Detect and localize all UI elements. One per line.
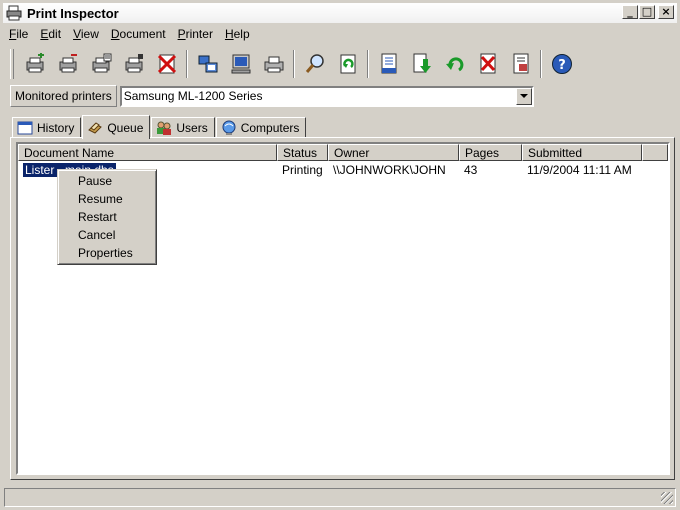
print-button[interactable] [257, 48, 290, 80]
context-menu-restart[interactable]: Restart [58, 208, 156, 226]
print-icon [264, 56, 283, 73]
document-button[interactable] [372, 48, 405, 80]
menu-help[interactable]: Help [219, 27, 256, 41]
context-menu-pause[interactable]: Pause [58, 172, 156, 190]
close-button[interactable]: × [658, 5, 674, 19]
title-bar[interactable]: Print Inspector _ □ × [3, 3, 677, 23]
tab-history[interactable]: History [12, 117, 82, 138]
printer-app-icon [6, 5, 22, 21]
menu-view[interactable]: View [67, 27, 105, 41]
document-properties-icon [513, 53, 528, 74]
tab-users-label: Users [176, 121, 208, 135]
restart-button[interactable] [438, 48, 471, 80]
monitor-icon [231, 54, 250, 74]
cell-owner: \\JOHNWORK\JOHN [333, 163, 446, 177]
tab-computers[interactable]: Computers [215, 117, 307, 138]
download-button[interactable] [405, 48, 438, 80]
help-icon: ? [551, 54, 572, 74]
remove-printer-icon [59, 54, 77, 73]
tab-history-label: History [37, 121, 75, 135]
column-filler [642, 144, 668, 161]
context-menu-properties[interactable]: Properties [58, 244, 156, 262]
help-button[interactable]: ? [545, 48, 578, 80]
remove-printer-button[interactable] [51, 48, 84, 80]
menu-document[interactable]: Document [105, 27, 172, 41]
context-menu-resume[interactable]: Resume [58, 190, 156, 208]
history-icon [17, 121, 33, 135]
printer-properties-button[interactable] [84, 48, 117, 80]
menu-edit[interactable]: Edit [34, 27, 67, 41]
app-window: Print Inspector _ □ × File Edit View Doc… [0, 0, 680, 510]
tab-queue-label: Queue [107, 120, 144, 135]
resize-grip[interactable] [661, 492, 673, 504]
context-menu-cancel[interactable]: Cancel [58, 226, 156, 244]
status-bar [4, 488, 676, 507]
monitored-printers-label: Monitored printers [10, 85, 117, 107]
column-submitted[interactable]: Submitted [522, 144, 642, 161]
monitor-button[interactable] [224, 48, 257, 80]
toolbar-separator [540, 50, 542, 78]
printer-settings-button[interactable] [117, 48, 150, 80]
cell-status: Printing [282, 163, 323, 177]
document-icon [381, 53, 396, 74]
toolbar-separator [293, 50, 295, 78]
document-properties-button[interactable] [504, 48, 537, 80]
column-pages[interactable]: Pages [459, 144, 522, 161]
cancel-document-button[interactable] [471, 48, 504, 80]
delete-printer-button[interactable] [150, 48, 183, 80]
printer-select[interactable]: Samsung ML-1200 Series [119, 85, 534, 107]
add-printer-button[interactable] [18, 48, 51, 80]
column-status[interactable]: Status [277, 144, 328, 161]
printer-select-value: Samsung ML-1200 Series [123, 89, 263, 103]
toolbar-separator [367, 50, 369, 78]
minimize-button[interactable]: _ [622, 5, 638, 19]
menu-bar: File Edit View Document Printer Help [3, 24, 256, 43]
printer-dropdown-button[interactable] [515, 87, 532, 105]
toolbar-grip[interactable] [10, 49, 14, 79]
restart-icon [445, 57, 463, 72]
connect-button[interactable] [191, 48, 224, 80]
printer-properties-icon [92, 53, 111, 73]
window-title: Print Inspector [27, 5, 119, 21]
tab-users[interactable]: Users [151, 117, 215, 138]
download-icon [413, 53, 431, 73]
delete-printer-icon [157, 54, 176, 74]
column-owner[interactable]: Owner [328, 144, 459, 161]
tab-queue[interactable]: Queue [82, 115, 151, 139]
toolbar: ? [10, 46, 674, 82]
tab-computers-label: Computers [240, 121, 300, 135]
column-document-name[interactable]: Document Name [18, 144, 277, 161]
tab-strip: History Queue Users Computers [12, 114, 307, 139]
refresh-button[interactable] [331, 48, 364, 80]
computers-icon [222, 120, 236, 135]
context-menu: Pause Resume Restart Cancel Properties [57, 169, 157, 265]
menu-printer[interactable]: Printer [172, 27, 219, 41]
cell-pages: 43 [464, 163, 478, 177]
find-button[interactable] [298, 48, 331, 80]
list-header: Document Name Status Owner Pages Submitt… [18, 144, 668, 161]
cancel-document-icon [480, 53, 495, 74]
chevron-down-icon [519, 94, 528, 98]
svg-text:?: ? [558, 58, 566, 73]
add-printer-icon [26, 53, 44, 73]
refresh-icon [340, 54, 355, 74]
maximize-button[interactable]: □ [639, 5, 655, 19]
users-icon [157, 121, 172, 135]
printer-bar: Monitored printers Samsung ML-1200 Serie… [10, 84, 674, 108]
connect-icon [198, 55, 217, 73]
queue-icon [88, 121, 103, 134]
find-icon [305, 54, 324, 73]
menu-file[interactable]: File [3, 27, 34, 41]
printer-settings-icon [125, 54, 143, 73]
toolbar-separator [186, 50, 188, 78]
cell-submitted: 11/9/2004 11:11 AM [527, 163, 632, 177]
